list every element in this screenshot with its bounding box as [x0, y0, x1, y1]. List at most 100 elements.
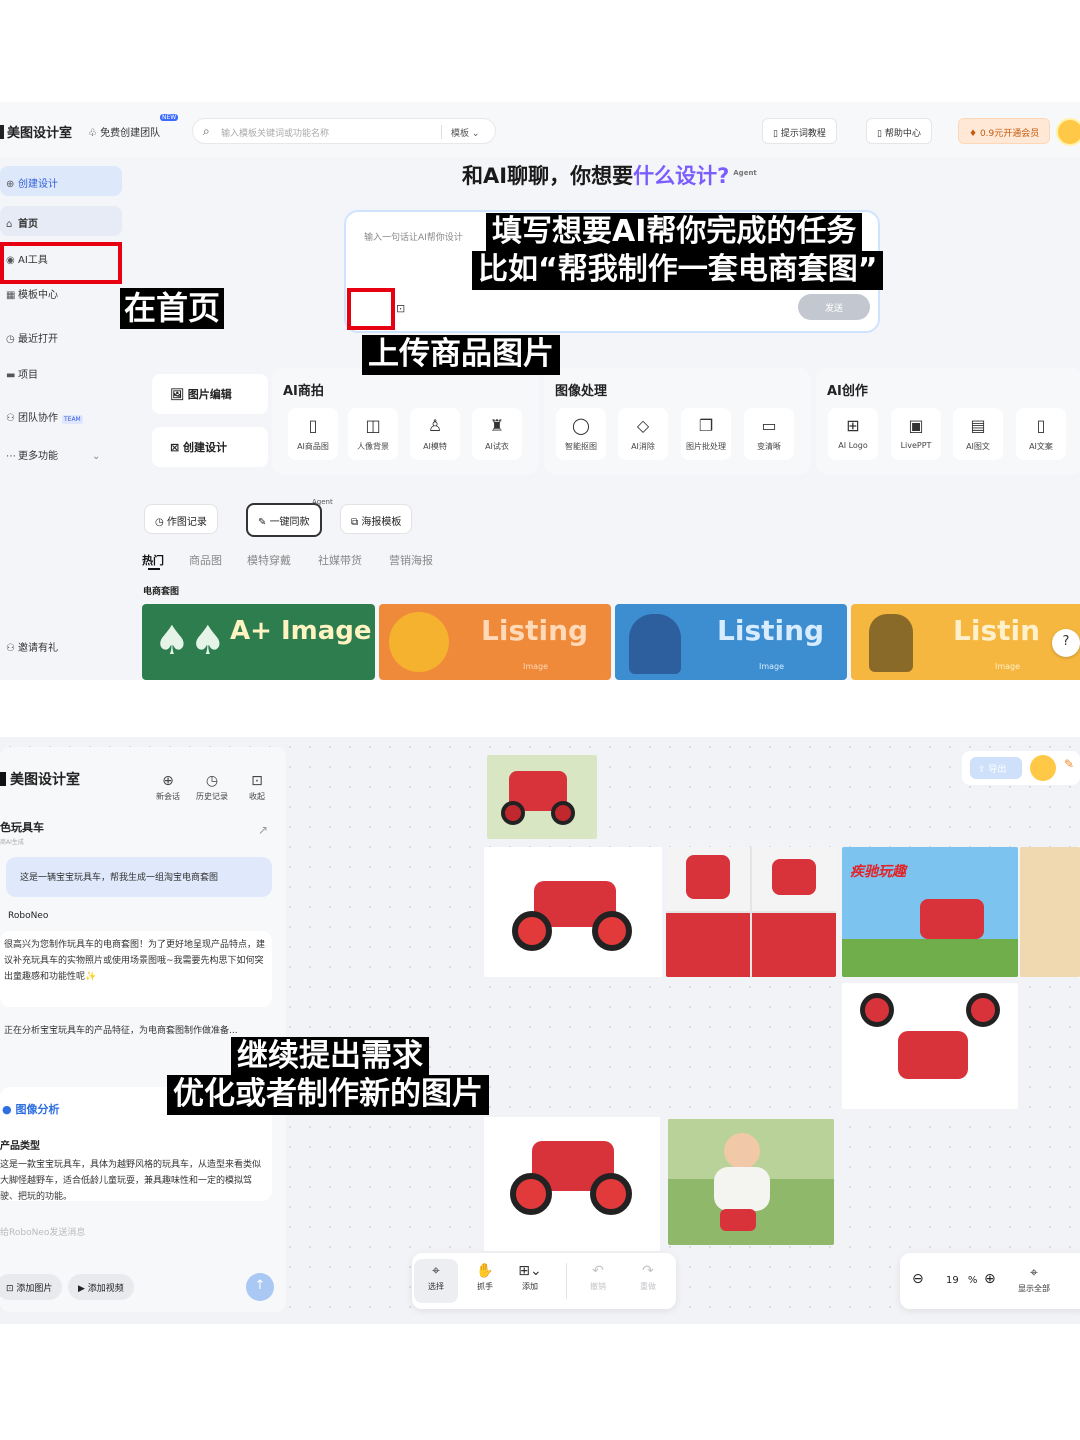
video-upload-icon[interactable]: ⊡	[396, 302, 405, 315]
zoom-controls: ⊖ 19 % ⊕ ⌖ 显示全部	[900, 1253, 1080, 1309]
tab-social[interactable]: 社媒带货	[318, 552, 362, 568]
sidebar-item-more[interactable]: ⋯ 更多功能 ⌄	[0, 438, 122, 468]
tool-ai-erase[interactable]: ◇ AI消除	[618, 408, 668, 460]
template-tile[interactable]: Listin Image	[851, 604, 1080, 680]
tool-batch-process[interactable]: ❐ 图片批处理	[681, 408, 731, 460]
avatar[interactable]	[1030, 755, 1056, 781]
message-input[interactable]: 给RoboNeo发送消息	[0, 1225, 85, 1238]
template-tile[interactable]: Listing Image	[379, 604, 611, 680]
sidebar-item-team[interactable]: ⚇ 团队协作 TEAM	[0, 400, 122, 430]
hoodie-image	[629, 614, 681, 674]
image-edit-button[interactable]: 🖼 图片编辑	[152, 374, 268, 414]
poster-template-chip[interactable]: ⧉ 海报模板	[340, 504, 413, 534]
tool-liveppt[interactable]: ▣ LivePPT	[891, 408, 941, 460]
tool-ai-image-text[interactable]: ▤ AI图文	[953, 408, 1003, 460]
tab-marketing[interactable]: 营销海报	[389, 552, 433, 568]
generated-room-image[interactable]	[1020, 847, 1080, 977]
collapse-button[interactable]: ⊡ 收起	[237, 773, 277, 802]
fit-all-button[interactable]: ⌖ 显示全部	[1012, 1265, 1056, 1294]
generated-dimension-image[interactable]	[842, 983, 1018, 1109]
one-click-same-chip[interactable]: ✎ 一键同款	[246, 503, 322, 537]
select-tool[interactable]: ⌖ 选择	[414, 1259, 458, 1303]
sidebar-item-projects[interactable]: ▬ 项目	[0, 357, 122, 387]
bot-message: 很高兴为您制作玩具车的电商套图！为了更好地呈现产品特点，建议补充玩具车的实物照片…	[0, 931, 272, 1007]
cutout-icon: ◯	[572, 416, 590, 435]
vip-button[interactable]: ♦ 0.9元开通会员	[958, 118, 1051, 144]
help-center-button[interactable]: ▯ 帮助中心	[866, 118, 932, 144]
sidebar-item-home[interactable]: ⌂ 首页	[0, 206, 122, 236]
avatar[interactable]	[1056, 118, 1080, 146]
tab-hot[interactable]: 热门	[142, 552, 164, 568]
template-tile[interactable]: ♠♠ A+ Image	[142, 604, 375, 680]
create-team-link[interactable]: ♧ 免费创建团队	[88, 124, 160, 139]
carrot-icon: ✎	[1064, 757, 1075, 771]
hand-tool[interactable]: ✋ 抓手	[465, 1263, 505, 1292]
template-tile[interactable]: Listing Image	[615, 604, 847, 680]
workspace-logo[interactable]: 美图设计室	[0, 769, 80, 789]
history-chip[interactable]: ◷ 作图记录	[144, 504, 218, 534]
tab-model[interactable]: 模特穿戴	[247, 552, 291, 568]
analysis-body: 这是一款宝宝玩具车，具体为越野风格的玩具车，从造型来看类似大脚怪越野车，适合低龄…	[0, 1160, 262, 1202]
tab-underline	[148, 568, 160, 570]
tool-group-image-processing: 图像处理 ◯ 智能抠图 ◇ AI消除 ❐ 图片批处理 ▭ 变清晰	[544, 368, 810, 474]
zoom-value: 19 %	[946, 1275, 978, 1286]
tool-ai-copywriting[interactable]: ▯ AI文案	[1016, 408, 1066, 460]
target-icon: ⌖	[1030, 1265, 1038, 1281]
homepage-screenshot: 美图设计室 ♧ 免费创建团队 NEW ⌕ 输入模板关键词或功能名称 模板 ⌄ ▯…	[0, 102, 1080, 680]
sidebar-item-invite[interactable]: ⚇ 邀请有礼	[0, 630, 122, 660]
zoom-out-icon[interactable]: ⊖	[912, 1271, 924, 1287]
add-image-button[interactable]: ⊡ 添加图片	[0, 1274, 63, 1300]
create-design-button[interactable]: ⊠ 创建设计	[152, 427, 268, 467]
add-tool[interactable]: ⊞⌄ 添加	[510, 1263, 550, 1292]
wheel	[501, 801, 525, 825]
sidebar-item-create[interactable]: ⊕ 创建设计	[0, 166, 122, 196]
tool-ai-try-on[interactable]: ♜ AI试衣	[472, 408, 522, 460]
add-video-button[interactable]: ▶ 添加视频	[68, 1274, 134, 1300]
export-button[interactable]: ⇪ 导出	[970, 757, 1022, 779]
search-scope-select[interactable]: 模板 ⌄	[451, 126, 479, 139]
zoom-in-icon[interactable]: ⊕	[984, 1271, 996, 1287]
search-bar[interactable]: ⌕ 输入模板关键词或功能名称 模板 ⌄	[192, 118, 496, 144]
generated-baby-image[interactable]	[668, 1119, 834, 1245]
tool-portrait-background[interactable]: ◫ 人像背景	[348, 408, 398, 460]
image-icon: 🖼	[170, 388, 188, 401]
divider	[441, 125, 442, 139]
search-input[interactable]: 输入模板关键词或功能名称	[221, 126, 329, 139]
canvas-label: 疾驰玩趣	[850, 864, 906, 880]
app-logo[interactable]: 美图设计室	[0, 122, 72, 141]
highlight-upload-icon	[347, 288, 395, 330]
tool-ai-logo[interactable]: ⊞ AI Logo	[828, 408, 878, 460]
tool-group-title: 图像处理	[555, 384, 608, 399]
page-title: 和AI聊聊，你想要什么设计? Agent	[462, 164, 757, 188]
tool-ai-model[interactable]: ♙ AI模特	[410, 408, 460, 460]
caption-upload: 上传商品图片	[362, 335, 560, 375]
tool-group-title: AI创作	[827, 384, 868, 399]
generated-image-grid[interactable]	[666, 847, 836, 977]
wheel	[551, 801, 575, 825]
uploaded-product-image[interactable]	[487, 755, 597, 839]
tool-smart-cutout[interactable]: ◯ 智能抠图	[556, 408, 606, 460]
history-button[interactable]: ◷ 历史记录	[192, 773, 232, 802]
divider	[566, 1263, 567, 1299]
share-icon[interactable]: ↗	[258, 823, 268, 837]
tool-ai-product-image[interactable]: ▯ AI商品图	[288, 408, 338, 460]
tool-group-title: AI商拍	[283, 384, 324, 399]
tab-product[interactable]: 商品图	[189, 552, 222, 568]
send-button[interactable]: ↑	[246, 1273, 274, 1301]
generated-scene-image[interactable]: 疾驰玩趣	[842, 847, 1018, 977]
help-button[interactable]: ?	[1052, 629, 1080, 657]
highlight-ai-tools	[0, 242, 122, 284]
prompt-tutorial-button[interactable]: ▯ 提示词教程	[762, 118, 837, 144]
tree-icon: ♠♠	[154, 618, 226, 664]
undo-button[interactable]: ↶ 撤销	[578, 1263, 618, 1292]
generated-image[interactable]	[484, 1117, 660, 1251]
clock-icon: ◷	[6, 334, 15, 345]
send-button[interactable]: 发送	[798, 294, 870, 320]
new-badge: NEW	[160, 114, 179, 121]
tool-enhance[interactable]: ▭ 变清晰	[744, 408, 794, 460]
plant-image	[389, 612, 449, 672]
new-chat-button[interactable]: ⊕ 新会话	[148, 773, 188, 802]
generated-image[interactable]	[484, 847, 662, 977]
sidebar-item-recent[interactable]: ◷ 最近打开	[0, 321, 122, 351]
redo-button[interactable]: ↷ 重做	[628, 1263, 668, 1292]
